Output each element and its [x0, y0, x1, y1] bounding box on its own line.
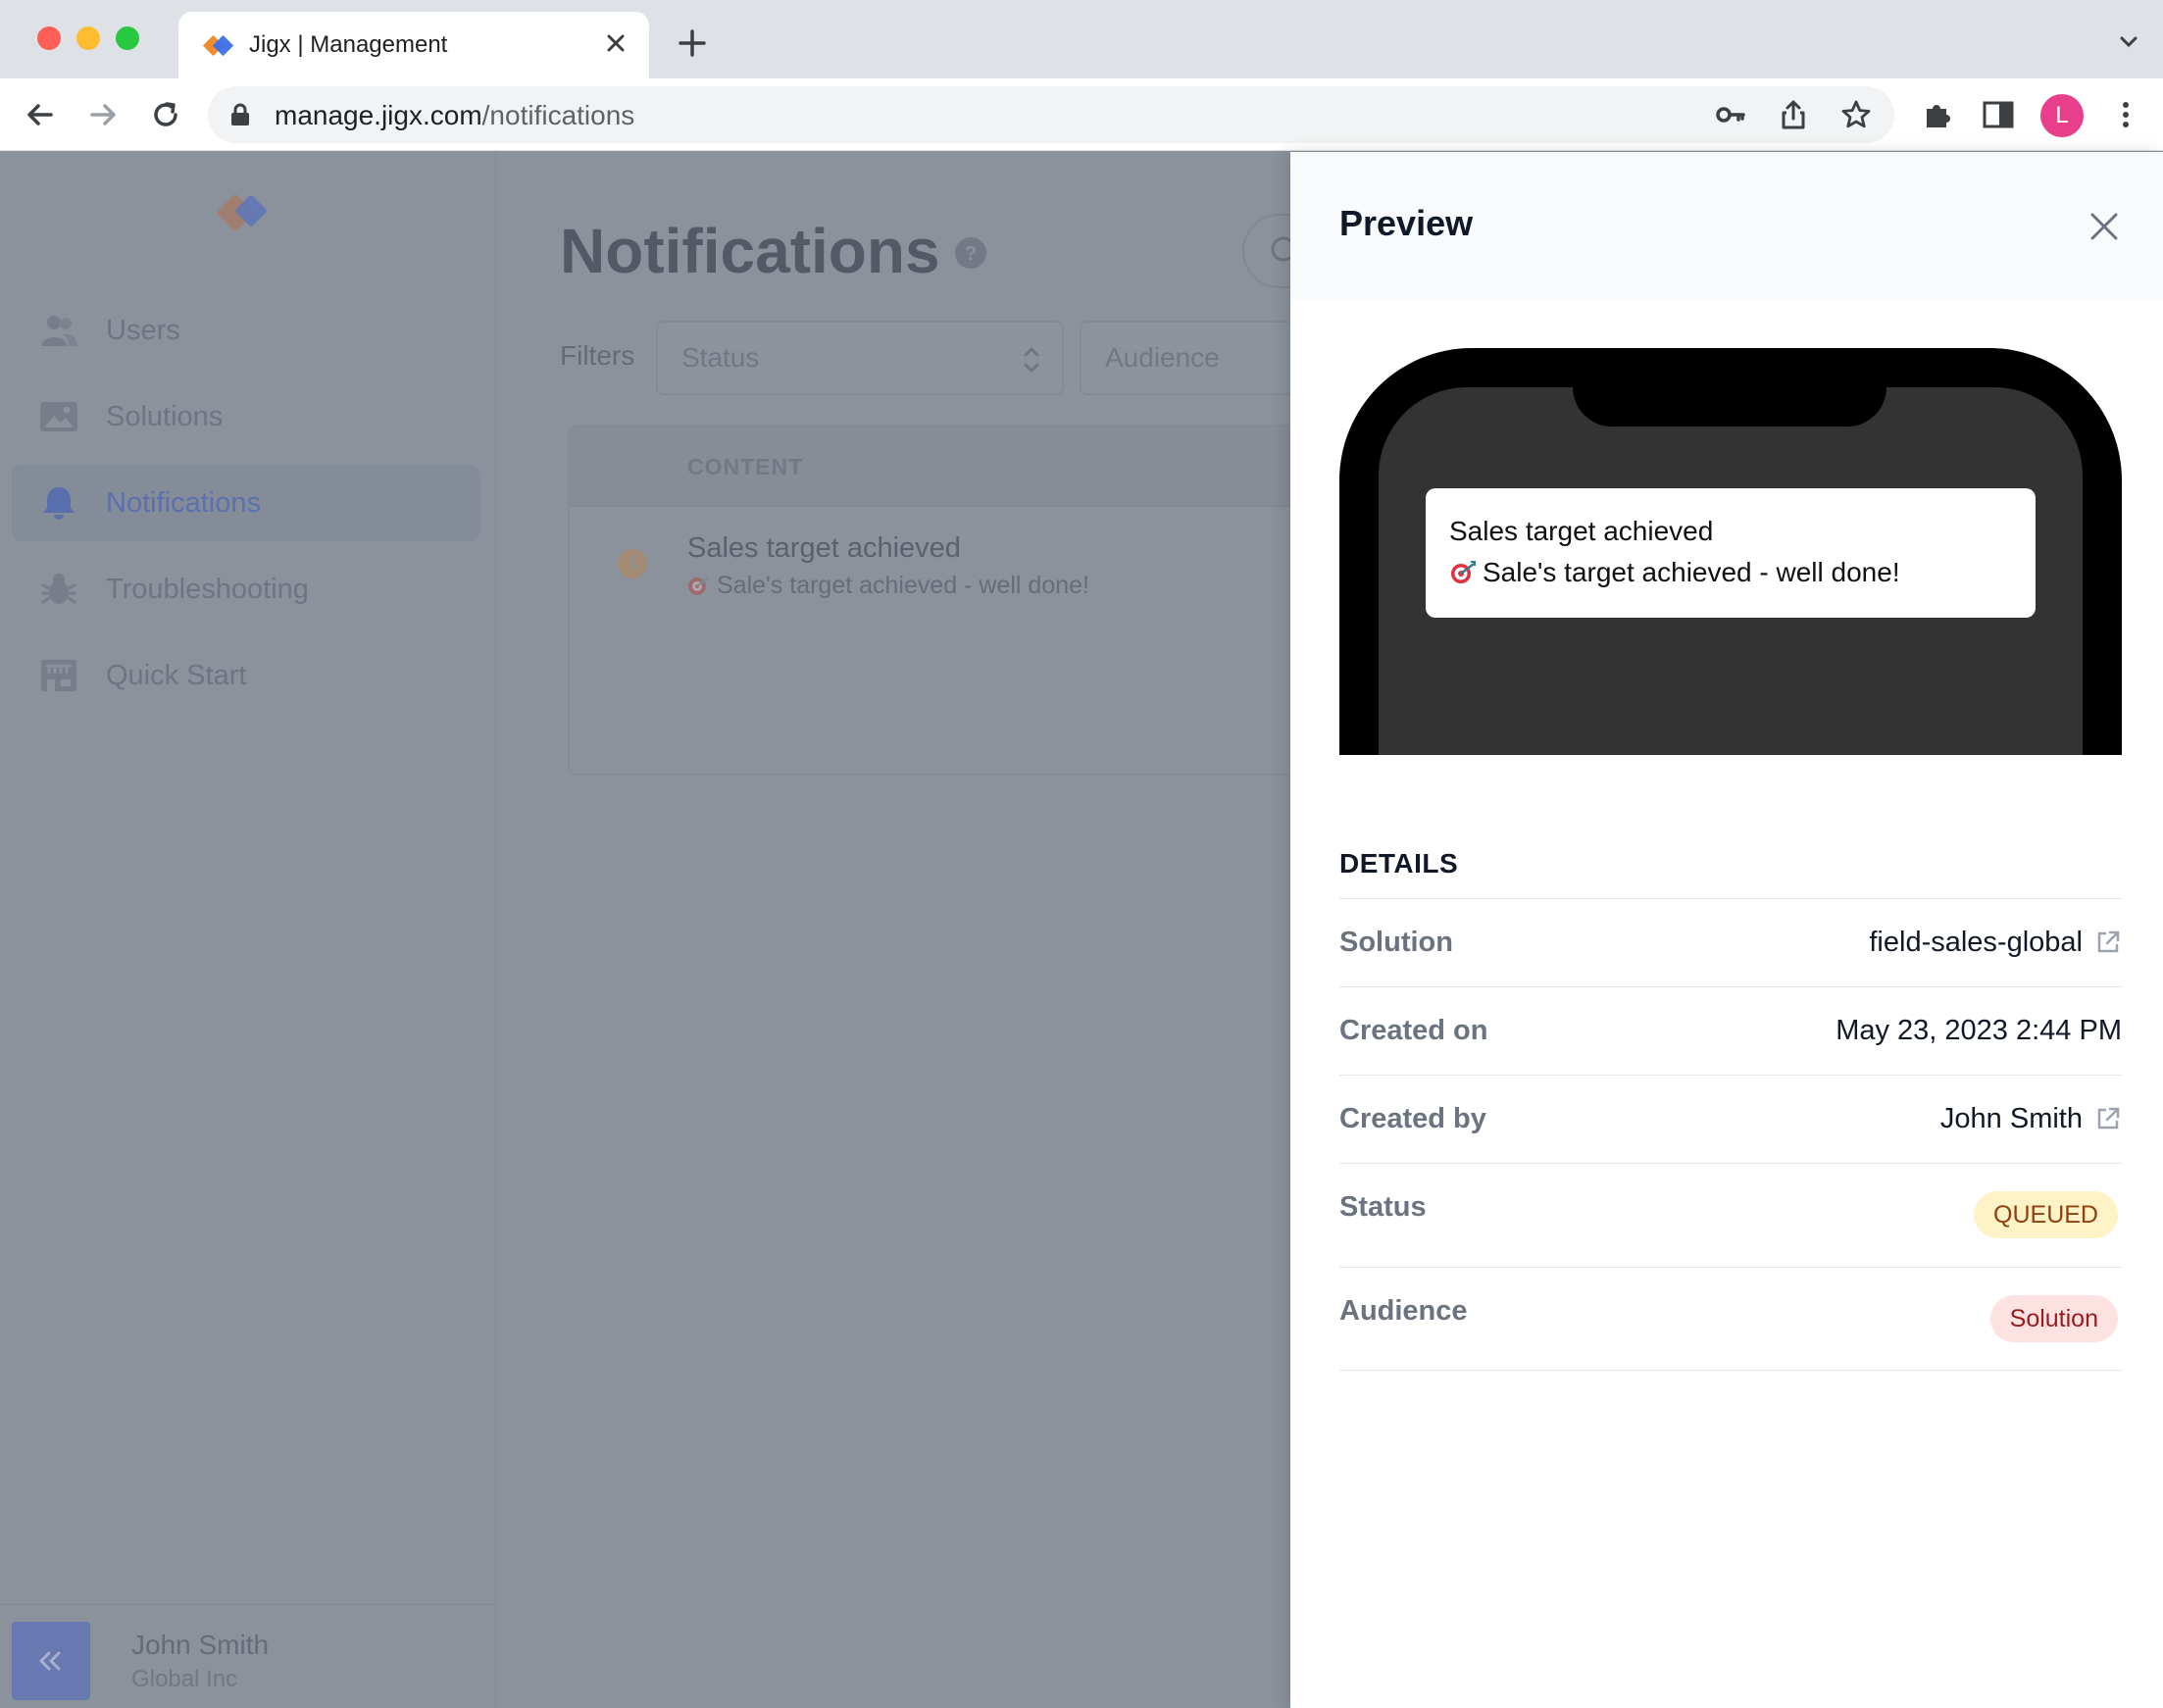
audience-badge: Solution: [1989, 1295, 2118, 1342]
column-header-content: CONTENT: [687, 454, 804, 479]
extensions-puzzle-icon[interactable]: [1920, 97, 1955, 132]
sidebar: Users Solutions Notifications Troublesho…: [0, 152, 496, 1708]
notification-preview-card: Sales target achieved Sale's target achi…: [1426, 488, 2036, 618]
sidebar-item-quick-start[interactable]: Quick Start: [12, 637, 480, 714]
share-icon[interactable]: [1777, 98, 1810, 131]
panel-header: Preview: [1290, 152, 2163, 299]
window-maximize-button[interactable]: [116, 26, 139, 50]
new-tab-icon[interactable]: [673, 24, 712, 63]
detail-row-solution: Solution field-sales-global: [1339, 898, 2122, 986]
lock-icon: [231, 103, 249, 126]
close-tab-icon[interactable]: [598, 25, 633, 61]
sidebar-item-solutions[interactable]: Solutions: [12, 378, 480, 455]
help-icon[interactable]: ?: [954, 236, 987, 270]
row-body: Sale's target achieved - well done!: [687, 572, 1089, 600]
detail-row-status: Status QUEUED: [1339, 1163, 2122, 1267]
bookmark-star-icon[interactable]: [1839, 98, 1873, 131]
bug-icon: [41, 574, 76, 604]
created-on-value: May 23, 2023 2:44 PM: [1836, 1015, 2122, 1046]
row-title: Sales target achieved: [687, 532, 961, 564]
jigx-logo-icon: [217, 194, 267, 231]
preview-panel: Preview Sales target achieved Sale's tar…: [1290, 152, 2163, 1708]
side-panel-icon[interactable]: [1981, 97, 2016, 132]
sidebar-footer: John Smith Global Inc: [0, 1604, 496, 1708]
address-bar[interactable]: manage.jigx.com/notifications: [208, 86, 1894, 143]
window-minimize-button[interactable]: [76, 26, 100, 50]
notification-title: Sales target achieved: [1449, 516, 1714, 546]
status-filter-select[interactable]: Status: [656, 321, 1064, 395]
detail-label: Created by: [1339, 1103, 1486, 1134]
filters-label: Filters: [560, 340, 635, 371]
tab-title: Jigx | Management: [249, 31, 448, 58]
url-text: manage.jigx.com/notifications: [275, 100, 634, 131]
external-link-icon[interactable]: [2094, 929, 2122, 956]
key-icon[interactable]: [1714, 98, 1747, 131]
url-host: manage.jigx.com: [275, 100, 482, 130]
phone-preview: Sales target achieved Sale's target achi…: [1339, 348, 2122, 755]
browser-tab[interactable]: Jigx | Management: [178, 12, 649, 78]
detail-label: Solution: [1339, 927, 1453, 958]
audience-filter-placeholder: Audience: [1105, 342, 1220, 373]
page-title: Notifications: [560, 216, 940, 286]
forward-icon[interactable]: [82, 94, 124, 135]
notification-body: Sale's target achieved - well done!: [1449, 557, 1900, 588]
status-filter-placeholder: Status: [681, 342, 760, 373]
chevron-updown-icon: [1024, 347, 1039, 373]
back-icon[interactable]: [20, 94, 61, 135]
url-path: /notifications: [481, 100, 635, 130]
double-chevron-left-icon: [39, 1651, 61, 1671]
direct-hit-emoji-icon: [688, 577, 709, 595]
sidebar-item-users[interactable]: Users: [12, 292, 480, 369]
status-badge: QUEUED: [1974, 1191, 2118, 1238]
users-icon: [41, 316, 77, 346]
detail-row-created-on: Created on May 23, 2023 2:44 PM: [1339, 986, 2122, 1075]
profile-avatar[interactable]: L: [2040, 94, 2084, 137]
detail-row-created-by: Created by John Smith: [1339, 1075, 2122, 1163]
sidebar-item-label: Troubleshooting: [106, 574, 309, 605]
current-user-org: Global Inc: [131, 1666, 238, 1692]
browser-toolbar: manage.jigx.com/notifications L: [0, 78, 2163, 151]
sidebar-item-label: Solutions: [106, 401, 224, 432]
detail-label: Status: [1339, 1191, 1427, 1223]
close-icon[interactable]: [2087, 209, 2122, 244]
table-row[interactable]: Sales target achieved Sale's target achi…: [570, 509, 1311, 774]
external-link-icon[interactable]: [2094, 1105, 2122, 1132]
collapse-sidebar-button[interactable]: [12, 1622, 90, 1700]
notification-body-text: Sale's target achieved - well done!: [1483, 557, 1900, 587]
notifications-table: CONTENT Sales target achieved Sale's tar…: [568, 425, 1313, 776]
sidebar-item-label: Users: [106, 315, 180, 346]
sidebar-item-notifications[interactable]: Notifications: [12, 465, 480, 541]
svg-text:?: ?: [965, 243, 977, 265]
details-heading: DETAILS: [1339, 848, 1459, 879]
panel-title: Preview: [1339, 203, 1474, 243]
reload-icon[interactable]: [145, 94, 186, 135]
sidebar-item-label: Quick Start: [106, 660, 247, 691]
browser-tab-strip: Jigx | Management: [0, 0, 2163, 78]
bell-icon: [43, 487, 75, 520]
image-icon: [40, 402, 77, 431]
sidebar-item-troubleshooting[interactable]: Troubleshooting: [12, 551, 480, 628]
solution-link[interactable]: field-sales-global: [1869, 927, 2083, 959]
direct-hit-emoji-icon: [1451, 561, 1476, 583]
detail-row-audience: Audience Solution: [1339, 1267, 2122, 1371]
created-by-link[interactable]: John Smith: [1940, 1103, 2083, 1135]
sidebar-item-label: Notifications: [106, 487, 261, 519]
more-menu-icon[interactable]: [2108, 97, 2143, 132]
window-close-button[interactable]: [37, 26, 61, 50]
current-user-name: John Smith: [131, 1630, 270, 1660]
row-body-text: Sale's target achieved - well done!: [717, 572, 1089, 599]
detail-label: Audience: [1339, 1295, 1468, 1327]
clock-icon: [618, 549, 647, 578]
jigx-favicon-icon: [202, 34, 234, 57]
storefront-icon: [41, 660, 76, 691]
main-content: Notifications ? Filters Status Audience …: [497, 152, 1340, 1708]
table-header: CONTENT: [570, 427, 1311, 507]
detail-label: Created on: [1339, 1015, 1488, 1046]
chevron-down-icon[interactable]: [2114, 27, 2143, 57]
